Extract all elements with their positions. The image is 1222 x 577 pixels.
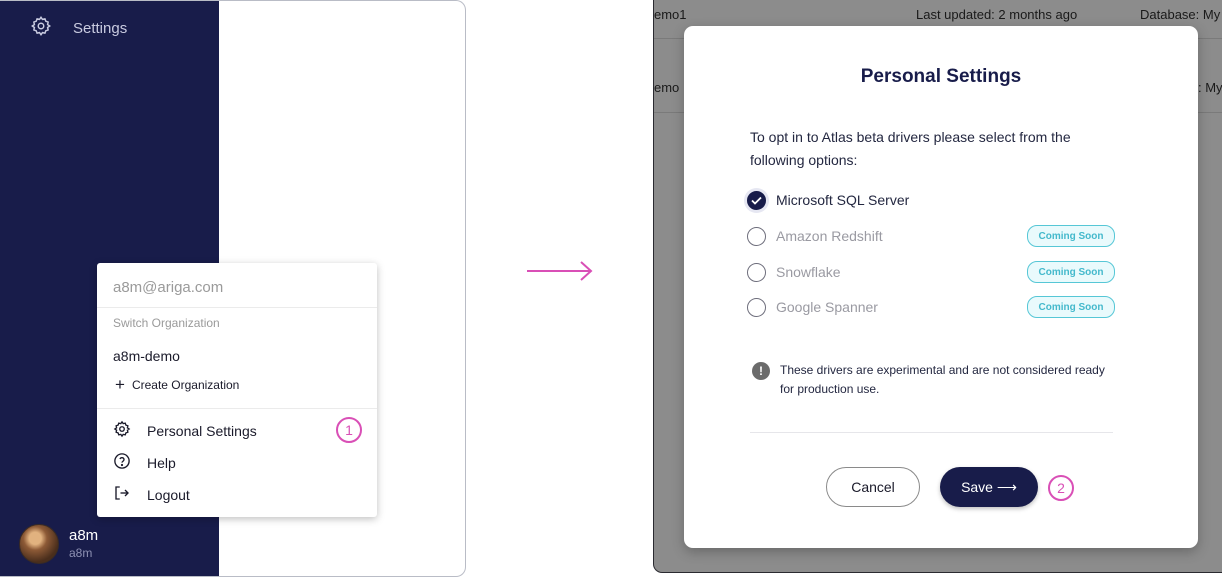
option-amazon-redshift[interactable]: Amazon Redshift Coming Soon <box>747 224 1115 248</box>
background-project-name: emo <box>654 80 680 95</box>
plus-icon: + <box>115 375 125 394</box>
gear-icon <box>30 15 52 41</box>
background-project-name: emo1 <box>654 7 687 22</box>
personal-settings-dialog: Personal Settings To opt in to Atlas bet… <box>684 26 1198 548</box>
checkbox-unchecked[interactable] <box>747 297 766 317</box>
menu-item-personal-settings[interactable]: Personal Settings <box>113 420 257 441</box>
gear-icon <box>113 420 131 441</box>
option-google-spanner[interactable]: Google Spanner Coming Soon <box>747 295 1115 319</box>
create-organization-label: Create Organization <box>131 378 240 392</box>
option-snowflake[interactable]: Snowflake Coming Soon <box>747 260 1115 284</box>
experimental-warning: ! These drivers are experimental and are… <box>752 361 1112 399</box>
background-database: : My <box>1198 80 1222 95</box>
logout-icon <box>113 484 131 505</box>
menu-divider <box>97 408 377 409</box>
user-name: a8m <box>69 527 99 544</box>
organization-item[interactable]: a8m-demo <box>113 348 180 364</box>
menu-item-help[interactable]: Help <box>113 452 176 473</box>
option-label: Microsoft SQL Server <box>776 192 910 208</box>
step-number-badge: 1 <box>336 417 362 443</box>
option-microsoft-sql-server[interactable]: Microsoft SQL Server <box>747 188 1115 212</box>
account-email: a8m@ariga.com <box>113 279 224 296</box>
menu-item-label: Personal Settings <box>147 422 257 439</box>
menu-item-label: Help <box>147 454 176 471</box>
save-button[interactable]: Save ⟶ <box>940 467 1038 507</box>
avatar <box>19 524 59 564</box>
option-label: Amazon Redshift <box>776 228 883 244</box>
checkbox-unchecked[interactable] <box>747 262 766 282</box>
switch-organization-label: Switch Organization <box>113 316 220 330</box>
left-screen: Settings a8m a8m a8m@ariga.com Switch Or… <box>0 0 466 577</box>
sidebar-item-label: Settings <box>73 19 128 37</box>
option-label: Google Spanner <box>776 299 878 315</box>
coming-soon-badge: Coming Soon <box>1027 225 1115 247</box>
checkbox-unchecked[interactable] <box>747 226 766 246</box>
coming-soon-badge: Coming Soon <box>1027 261 1115 283</box>
menu-divider <box>97 307 377 308</box>
sidebar-item-settings[interactable]: Settings <box>30 15 127 41</box>
warning-icon: ! <box>752 362 770 380</box>
user-handle: a8m <box>69 546 93 560</box>
help-circle-icon <box>113 452 131 473</box>
warning-text: These drivers are experimental and are n… <box>780 363 1105 396</box>
coming-soon-badge: Coming Soon <box>1027 296 1115 318</box>
background-updated: Last updated: 2 months ago <box>916 7 1078 22</box>
dialog-intro-text: To opt in to Atlas beta drivers please s… <box>750 129 1071 168</box>
flow-arrow-icon <box>526 260 594 287</box>
menu-item-label: Logout <box>147 486 190 503</box>
create-organization-button[interactable]: + Create Organization <box>115 375 240 394</box>
background-database: Database: My <box>1140 7 1221 22</box>
dialog-divider <box>750 432 1113 433</box>
dialog-title: Personal Settings <box>860 66 1022 87</box>
menu-item-logout[interactable]: Logout <box>113 484 190 505</box>
user-profile[interactable]: a8m a8m <box>19 524 98 564</box>
right-screen: emo1 Last updated: 2 months ago Database… <box>653 0 1222 573</box>
cancel-button[interactable]: Cancel <box>826 467 920 507</box>
step-number-badge: 2 <box>1048 475 1074 501</box>
checkbox-checked[interactable] <box>747 190 766 210</box>
option-label: Snowflake <box>776 264 841 280</box>
account-menu: a8m@ariga.com Switch Organization a8m-de… <box>97 263 377 517</box>
